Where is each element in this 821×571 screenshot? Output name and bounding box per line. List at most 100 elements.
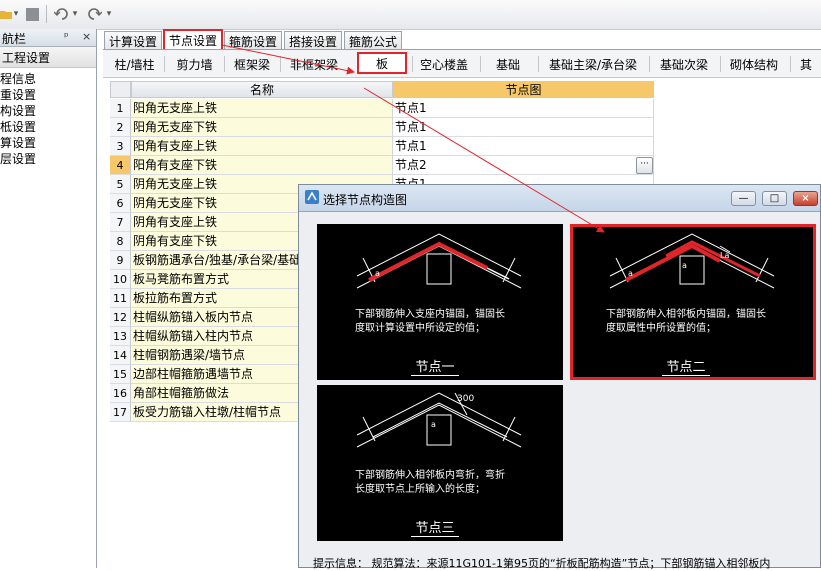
row-diagram-value: 节点1 [395, 139, 427, 153]
undo-dropdown-icon[interactable]: ▾ [71, 5, 79, 23]
nav-group-project-settings[interactable]: 工程设置 [0, 47, 96, 68]
nav-item-floor-settings[interactable]: 柢设置 [0, 119, 36, 135]
row-name-cell: 阳角无支座下铁 [131, 118, 393, 137]
row-diagram-value: 节点2 [395, 158, 427, 172]
app-icon [305, 190, 319, 204]
row-number[interactable]: 13 [110, 327, 131, 346]
svg-text:a: a [431, 420, 436, 429]
nav-item-structure-settings[interactable]: 构设置 [0, 103, 36, 119]
grid-header-diagram[interactable]: 节点图 [393, 81, 654, 98]
row-number[interactable]: 5 [110, 175, 131, 194]
dropdown-arrow-icon[interactable]: ▾ [12, 5, 20, 23]
svg-text:La: La [720, 251, 729, 260]
row-number[interactable]: 12 [110, 308, 131, 327]
tab-node-settings[interactable]: 节点设置 [163, 29, 223, 50]
save-icon[interactable] [24, 5, 40, 23]
subtab-separator [280, 56, 281, 72]
row-number[interactable]: 17 [110, 403, 131, 422]
row-number[interactable]: 10 [110, 270, 131, 289]
dialog-titlebar[interactable]: 选择节点构造图 — □ × [299, 185, 820, 212]
grid-header-name[interactable]: 名称 [131, 81, 393, 98]
navigation-panel: 航栏 ᵖ × 工程设置 程信息 重设置 构设置 柢设置 算设置 层设置 [0, 29, 97, 568]
dialog-close-button[interactable]: × [793, 191, 818, 206]
row-number[interactable]: 8 [110, 232, 131, 251]
row-number[interactable]: 1 [110, 99, 131, 118]
tab-lap-settings[interactable]: 搭接设置 [284, 31, 342, 50]
navigation-panel-header: 航栏 ᵖ × [0, 29, 96, 47]
minimize-button[interactable]: — [731, 191, 756, 206]
node-3-caption: 节点三 [411, 517, 459, 537]
svg-text:300: 300 [457, 394, 474, 404]
node-3-desc-line1: 下部钢筋伸入相邻板内弯折，弯折 [355, 470, 505, 481]
subtab-hollow-floor[interactable]: 空心楼盖 [415, 54, 473, 74]
nav-group-label: 工程设置 [2, 51, 51, 65]
nav-item-weight-settings[interactable]: 重设置 [0, 87, 36, 103]
subtab-separator [412, 56, 413, 72]
row-number[interactable]: 15 [110, 365, 131, 384]
nav-item-calc-settings[interactable]: 算设置 [0, 135, 36, 151]
redo-dropdown-icon[interactable]: ▾ [105, 5, 113, 23]
nav-item-layer-settings[interactable]: 层设置 [0, 151, 36, 167]
subtab-masonry-structure[interactable]: 砌体结构 [723, 54, 785, 74]
subtab-shear-wall[interactable]: 剪力墙 [167, 54, 222, 74]
node-option-3[interactable]: 300 a 下部钢筋伸入相邻板内弯折，弯折 长度取节点上所输入的长度； 节点三 [317, 385, 563, 541]
subtab-other[interactable]: 其 [800, 54, 821, 74]
row-diagram-cell[interactable]: 节点1 [393, 99, 654, 118]
subtab-foundation[interactable]: 基础 [483, 54, 533, 74]
dialog-title: 选择节点构造图 [323, 193, 408, 207]
close-icon[interactable]: × [82, 30, 91, 43]
subtab-separator [224, 56, 225, 72]
tab-stirrup-formula[interactable]: 箍筋公式 [344, 31, 402, 50]
row-name-cell: 阳角有支座上铁 [131, 137, 393, 156]
subtab-slab[interactable]: 板 [357, 52, 407, 74]
row-number[interactable]: 3 [110, 137, 131, 156]
row-number[interactable]: 14 [110, 346, 131, 365]
navigation-panel-title: 航栏 [2, 32, 27, 46]
row-number[interactable]: 16 [110, 384, 131, 403]
nav-item-project-info[interactable]: 程信息 [0, 71, 36, 87]
row-diagram-cell[interactable]: 节点2 ··· [393, 156, 654, 175]
subtab-separator [649, 56, 650, 72]
subtab-separator [164, 56, 165, 72]
row-number[interactable]: 9 [110, 251, 131, 270]
node-3-desc-line2: 长度取节点上所输入的长度； [355, 484, 485, 495]
subtab-separator [720, 56, 721, 72]
node-2-desc-line2: 度取属性中所设置的值； [606, 323, 716, 334]
row-number[interactable]: 4 [110, 156, 131, 175]
row-diagram-cell[interactable]: 节点1 [393, 137, 654, 156]
row-number[interactable]: 2 [110, 118, 131, 137]
row-diagram-value: 节点1 [395, 101, 427, 115]
node-2-desc-line1: 下部钢筋伸入相邻板内锚固，锚固长 [606, 309, 766, 320]
subtab-foundation-secondary-beam[interactable]: 基础次梁 [652, 54, 716, 74]
row-name-cell: 阳角有支座下铁 [131, 156, 393, 175]
svg-text:a: a [375, 269, 380, 278]
subtab-frame-beam[interactable]: 框架梁 [227, 54, 277, 74]
open-folder-icon[interactable] [0, 5, 12, 23]
pin-icon[interactable]: ᵖ [64, 30, 69, 43]
select-node-dialog: 选择节点构造图 — □ × a 下部钢筋伸入支座内锚固，锚固长 度取计算设置中所… [298, 184, 821, 570]
node-1-desc-line2: 度取计算设置中所设定的值； [355, 323, 485, 334]
redo-icon[interactable] [86, 5, 104, 23]
toolbar: ▾ ▾ ▾ [0, 0, 821, 30]
tab-stirrup-settings[interactable]: 箍筋设置 [224, 31, 282, 50]
undo-icon[interactable] [52, 5, 70, 23]
node-option-1[interactable]: a 下部钢筋伸入支座内锚固，锚固长 度取计算设置中所设定的值； 节点一 [317, 224, 563, 380]
node-2-caption: 节点二 [662, 356, 710, 376]
row-number[interactable]: 11 [110, 289, 131, 308]
row-diagram-cell[interactable]: 节点1 [393, 118, 654, 137]
subtab-separator [538, 56, 539, 72]
subtab-foundation-main-beam[interactable]: 基础主梁/承台梁 [541, 54, 645, 74]
subtab-separator [790, 56, 791, 72]
tab-calc-settings[interactable]: 计算设置 [104, 31, 162, 50]
row-number[interactable]: 7 [110, 213, 131, 232]
node-1-caption: 节点一 [411, 356, 459, 376]
row-diagram-value: 节点1 [395, 120, 427, 134]
row-number[interactable]: 6 [110, 194, 131, 213]
row-name-cell: 阳角无支座上铁 [131, 99, 393, 118]
node-option-2[interactable]: a a La 下部钢筋伸入相邻板内锚固，锚固长 度取属性中所设置的值； 节点二 [570, 224, 816, 380]
ellipsis-button[interactable]: ··· [636, 157, 653, 174]
subtab-non-frame-beam[interactable]: 非框架梁 [283, 54, 345, 74]
subtab-column-wall-column[interactable]: 柱/墙柱 [107, 54, 162, 74]
maximize-button[interactable]: □ [762, 191, 787, 206]
svg-text:a: a [628, 269, 633, 278]
